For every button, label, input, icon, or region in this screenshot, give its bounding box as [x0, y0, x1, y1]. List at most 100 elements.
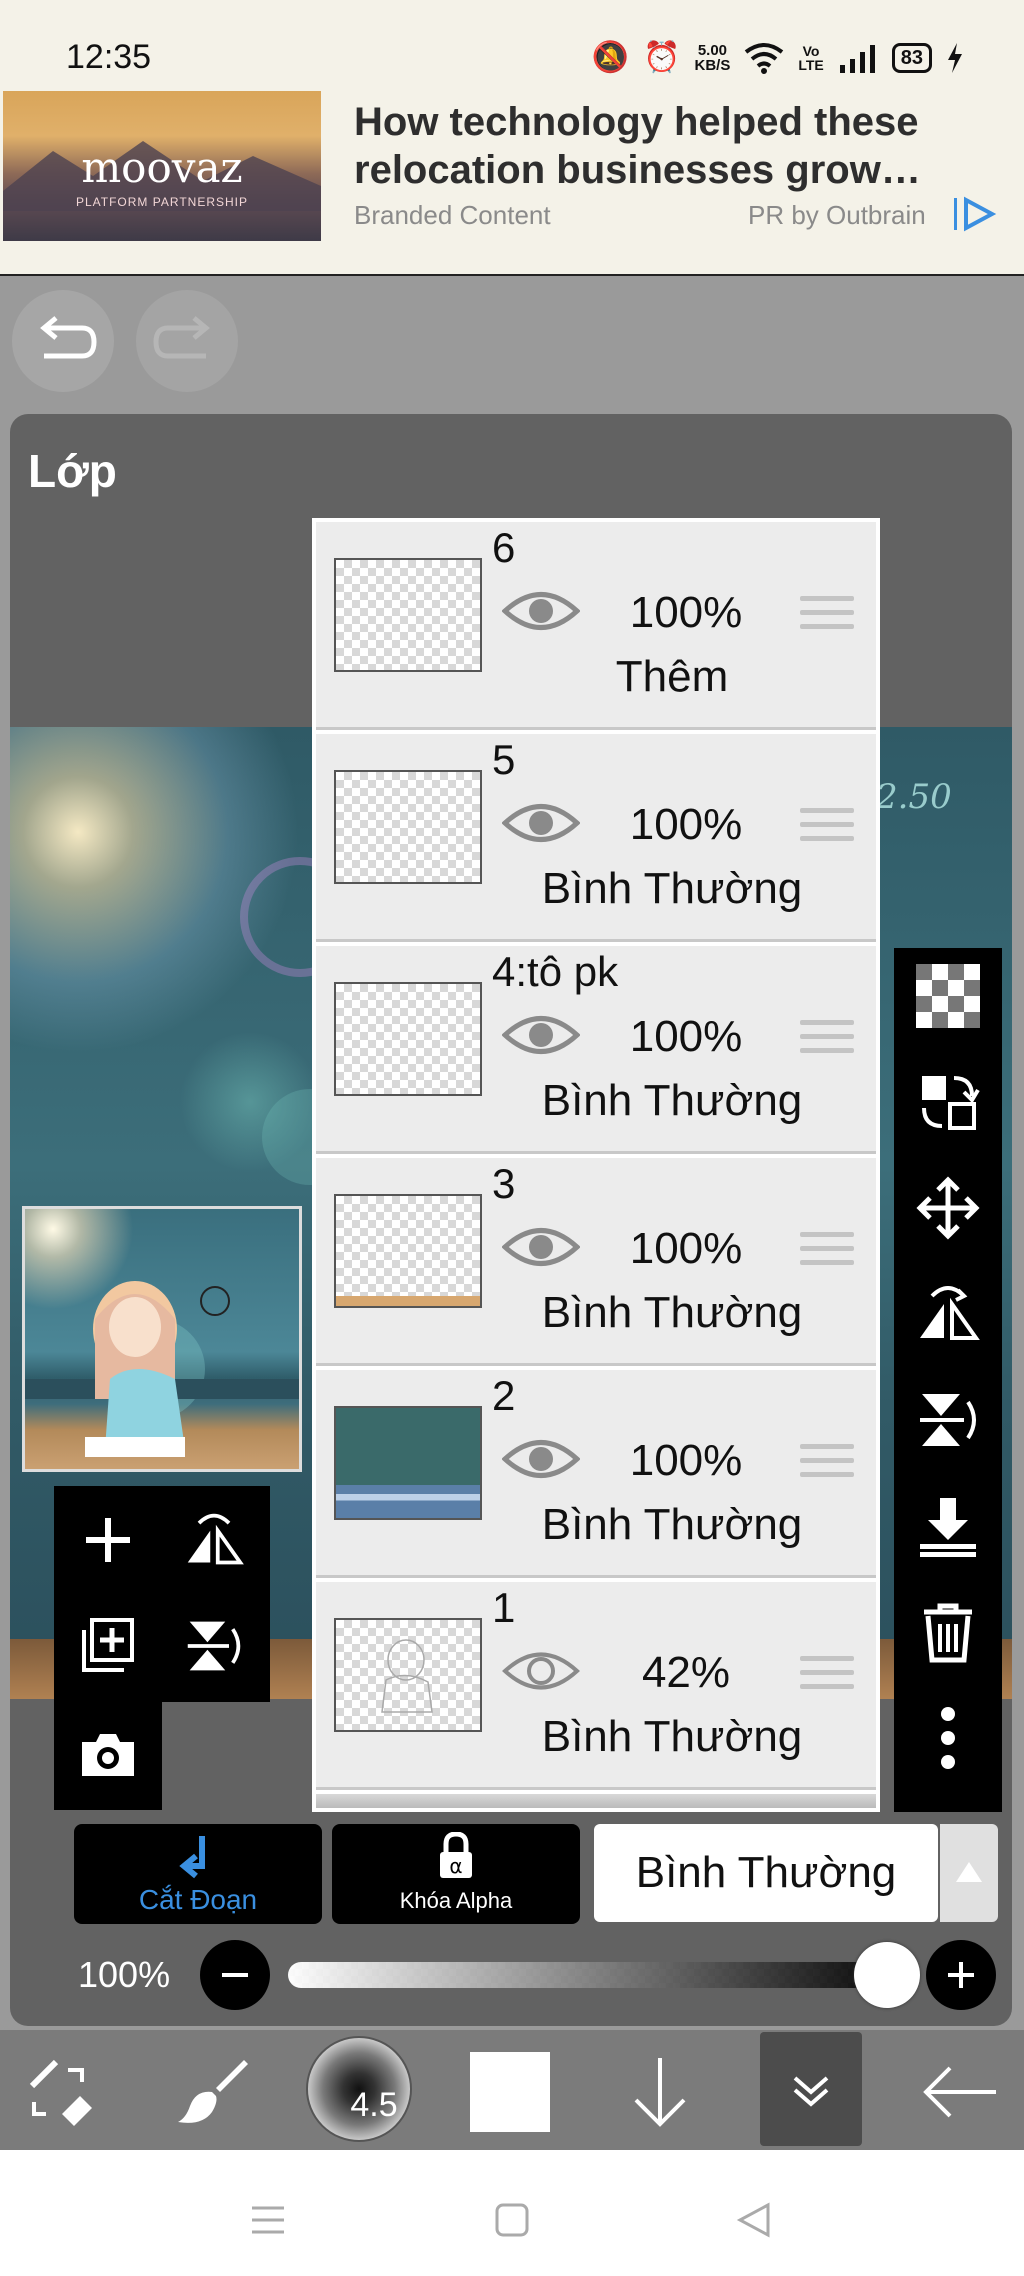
camera-button[interactable]: [72, 1718, 144, 1790]
back-button[interactable]: [910, 2042, 1010, 2142]
ad-headline[interactable]: How technology helped these relocation b…: [354, 98, 994, 194]
import-photo-button[interactable]: [54, 1700, 162, 1810]
layer-thumbnail[interactable]: [334, 558, 482, 672]
home-icon[interactable]: [494, 2202, 530, 2238]
drag-handle-icon[interactable]: [800, 1656, 854, 1696]
mute-icon: 🔕: [591, 41, 630, 74]
flip-horizontal-button[interactable]: [906, 1272, 990, 1356]
layer-opacity: 100%: [629, 800, 743, 849]
layer-row[interactable]: 3 100% Bình Thường: [316, 1158, 876, 1366]
eye-icon[interactable]: [502, 798, 580, 848]
blend-mode-value: Bình Thường: [635, 1848, 897, 1897]
undo-button[interactable]: [12, 290, 114, 392]
add-layer-button[interactable]: [72, 1504, 144, 1576]
add-layer-toolbar: [54, 1486, 270, 1702]
back-triangle-icon[interactable]: [736, 2202, 772, 2238]
lock-icon: α: [440, 1832, 472, 1878]
move-down-button[interactable]: [610, 2042, 710, 2142]
panel-title: Lớp: [28, 445, 117, 497]
clipping-button[interactable]: Cắt Đoạn: [74, 1824, 322, 1924]
layer-opacity: 100%: [629, 588, 743, 637]
status-icons: 🔕 ⏰ 5.00 KB/S Vo LTE 83: [592, 40, 964, 75]
ad-banner[interactable]: moovaz PLATFORM PARTNERSHIP How technolo…: [0, 90, 1024, 276]
flip-vertical-icon: [187, 1621, 241, 1671]
arrow-down-icon: [634, 2058, 686, 2127]
canvas-signature: 2.50: [876, 777, 952, 817]
drag-handle-icon[interactable]: [800, 596, 854, 636]
opacity-slider[interactable]: [288, 1962, 888, 1988]
layer-blend-mode: Thêm: [615, 652, 729, 701]
volte-icon: Vo LTE: [798, 44, 823, 72]
double-chevron-down-icon: [793, 2076, 829, 2107]
redo-button[interactable]: [136, 290, 238, 392]
ad-branded-label: Branded Content: [354, 200, 551, 230]
swap-layer-button[interactable]: [906, 1060, 990, 1144]
sketch-thumbnail: [381, 1639, 433, 1713]
drag-handle-icon[interactable]: [800, 808, 854, 848]
tool-switch-button[interactable]: [12, 2042, 112, 2142]
delete-layer-button[interactable]: [906, 1590, 990, 1674]
more-options-button[interactable]: [906, 1696, 990, 1780]
layer-row[interactable]: 4:tô pk 100% Bình Thường: [316, 946, 876, 1154]
net-speed: 5.00 KB/S: [695, 43, 731, 73]
layer-opacity: 100%: [629, 1436, 743, 1485]
ad-pr-label[interactable]: PR by Outbrain: [748, 200, 926, 231]
layer-thumbnail[interactable]: [334, 1618, 482, 1732]
layer-thumbnail[interactable]: [334, 1194, 482, 1308]
trash-icon: [924, 1603, 972, 1663]
charging-icon: [948, 42, 962, 73]
layer-list[interactable]: 6 100% Thêm 5 100% Bình Thường 4:tô pk 1…: [312, 518, 880, 1812]
undo-icon: [40, 316, 97, 359]
color-swatch[interactable]: [470, 2052, 550, 2132]
layer-row[interactable]: 2 100% Bình Thường: [316, 1370, 876, 1578]
duplicate-layer-button[interactable]: [72, 1610, 144, 1682]
layer-name: 3: [492, 1160, 516, 1207]
layer-blend-mode: Bình Thường: [541, 864, 803, 913]
layer-blend-mode: Bình Thường: [541, 1712, 803, 1761]
drag-handle-icon[interactable]: [800, 1232, 854, 1272]
ad-logo: moovaz: [81, 143, 243, 192]
alpha-lock-button[interactable]: α Khóa Alpha: [332, 1824, 580, 1924]
layers-button[interactable]: [760, 2032, 862, 2146]
volte-bottom: LTE: [798, 56, 824, 73]
layer-row[interactable]: 5 100% Bình Thường: [316, 734, 876, 942]
blend-mode-dropdown-button[interactable]: [940, 1824, 998, 1922]
opacity-decrease-button[interactable]: [200, 1940, 270, 2010]
status-time: 12:35: [66, 38, 152, 76]
opacity-increase-button[interactable]: [926, 1940, 996, 2010]
layer-thumbnail[interactable]: [334, 770, 482, 884]
status-bar: 12:35 🔕 ⏰ 5.00 KB/S Vo LTE 83: [0, 0, 1024, 90]
layer-name: 5: [492, 736, 516, 783]
outbrain-icon[interactable]: [952, 194, 1000, 234]
brush-button[interactable]: [162, 2042, 262, 2142]
blend-mode-select[interactable]: Bình Thường: [594, 1824, 938, 1922]
menu-icon[interactable]: [250, 2204, 286, 2236]
eye-icon[interactable]: [502, 1010, 580, 1060]
flip-vertical-button[interactable]: [906, 1378, 990, 1462]
layer-name: 6: [492, 524, 516, 571]
ad-image[interactable]: moovaz PLATFORM PARTNERSHIP: [3, 91, 321, 241]
layer-thumbnail[interactable]: [334, 982, 482, 1096]
drag-handle-icon[interactable]: [800, 1444, 854, 1484]
eye-hidden-icon[interactable]: [502, 1646, 580, 1696]
preview-illustration: [25, 1281, 299, 1457]
canvas-preview[interactable]: [22, 1206, 302, 1472]
signal-icon: [839, 44, 875, 73]
transparent-layer-button[interactable]: [906, 954, 990, 1038]
move-icon: [916, 1176, 980, 1240]
layer-thumbnail[interactable]: [334, 1406, 482, 1520]
flip-vertical-canvas-button[interactable]: [178, 1610, 250, 1682]
move-layer-button[interactable]: [906, 1166, 990, 1250]
brush-eraser-switch-icon: [29, 2059, 92, 2126]
layer-row[interactable]: 1 42% Bình Thường: [316, 1582, 876, 1790]
eye-icon[interactable]: [502, 586, 580, 636]
plus-icon: [86, 1518, 130, 1562]
opacity-slider-thumb[interactable]: [854, 1942, 920, 2008]
layer-list-scroll-edge: [316, 1794, 876, 1808]
layer-row[interactable]: 6 100% Thêm: [316, 522, 876, 730]
flip-canvas-button[interactable]: [178, 1504, 250, 1576]
drag-handle-icon[interactable]: [800, 1020, 854, 1060]
merge-down-button[interactable]: [906, 1484, 990, 1568]
eye-icon[interactable]: [502, 1434, 580, 1484]
eye-icon[interactable]: [502, 1222, 580, 1272]
